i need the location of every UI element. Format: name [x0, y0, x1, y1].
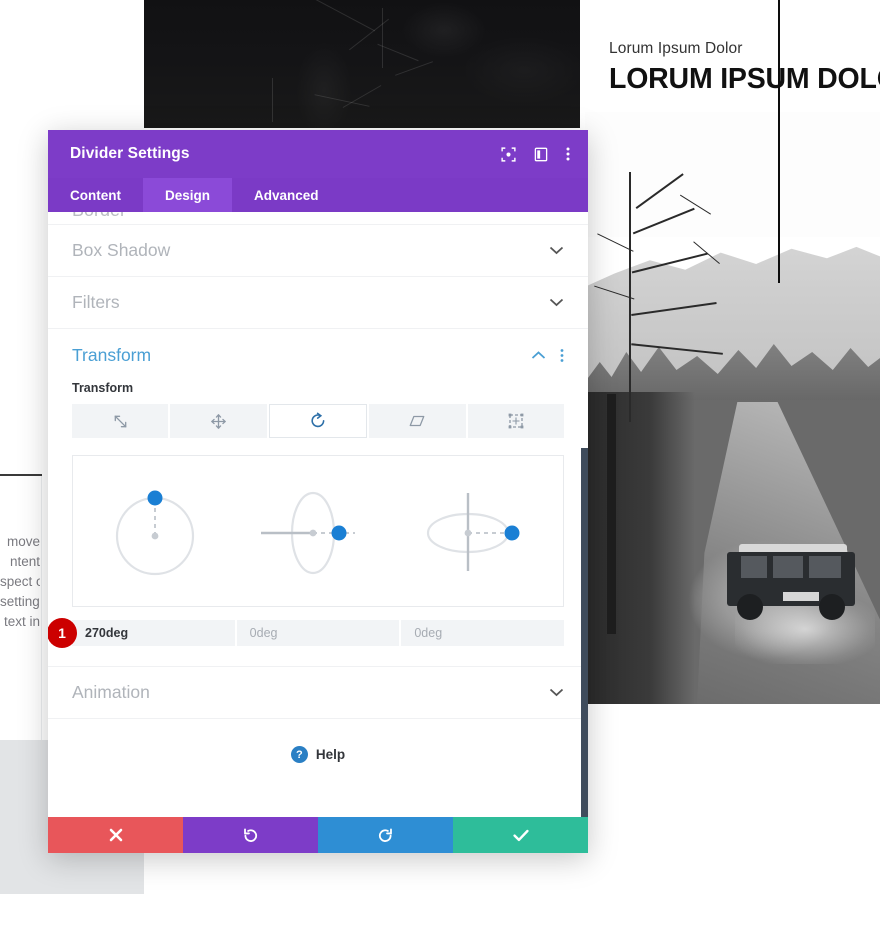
chevron-down-icon[interactable] [549, 298, 564, 307]
scale-icon[interactable] [72, 404, 169, 438]
kebab-menu-icon[interactable] [566, 146, 570, 162]
section-title-transform: Transform [72, 344, 152, 365]
left-panel-text-fragments: move ntent spect of settings text in [0, 532, 40, 632]
tab-content[interactable]: Content [48, 178, 143, 212]
modal-title: Divider Settings [70, 145, 190, 162]
section-box-shadow[interactable]: Box Shadow [48, 224, 588, 276]
rotated-divider-element[interactable] [778, 0, 780, 283]
section-transform: Transform Transform 1 270deg 0deg 0deg [48, 328, 588, 656]
question-mark-icon: ? [290, 746, 308, 763]
rotate-z-control[interactable] [80, 471, 230, 591]
modal-header: Divider Settings [48, 130, 588, 178]
left-fragment-line: spect of [0, 574, 40, 589]
chevron-down-icon[interactable] [549, 246, 564, 255]
dark-forest-photo [144, 0, 580, 128]
rotate-x-control[interactable] [406, 471, 556, 591]
translate-icon[interactable] [170, 404, 267, 438]
jeep-vehicle [727, 530, 855, 622]
section-title-box-shadow: Box Shadow [72, 240, 171, 260]
header-eyebrow: Lorum Ipsum Dolor [609, 40, 743, 57]
section-animation[interactable]: Animation [48, 666, 588, 718]
section-title-animation: Animation [72, 682, 150, 702]
page-title: LORUM IPSUM DOLOR [609, 62, 880, 95]
background-page-header: Lorum Ipsum Dolor LORUM IPSUM DOLOR [609, 38, 880, 97]
layout-panel-icon[interactable] [534, 147, 548, 162]
skew-icon[interactable] [369, 404, 466, 438]
transform-sub-label: Transform [72, 381, 134, 395]
left-fragment-line: ntent [9, 554, 40, 569]
undo-button[interactable] [183, 817, 318, 853]
divider-settings-modal: Divider Settings Content Design Advanced… [48, 130, 588, 853]
left-fragment-line: move [6, 534, 40, 549]
section-filters[interactable]: Filters [48, 276, 588, 328]
section-title-filters: Filters [72, 292, 120, 312]
rotation-value-inputs: 1 270deg 0deg 0deg [48, 618, 565, 648]
save-button[interactable] [453, 817, 588, 853]
rotate-y-control[interactable] [243, 471, 393, 591]
cancel-button[interactable] [48, 817, 183, 853]
left-panel-rule [0, 474, 42, 476]
fullscreen-icon[interactable] [501, 146, 516, 162]
left-fragment-line: settings [0, 594, 40, 609]
transform-mode-segmented-control [72, 404, 565, 438]
rotate-icon[interactable] [268, 404, 368, 438]
tab-advanced[interactable]: Advanced [232, 178, 341, 212]
transform-section-header[interactable]: Transform [72, 329, 564, 381]
origin-icon[interactable] [467, 404, 565, 438]
tab-design[interactable]: Design [143, 178, 233, 212]
cut-section-title: Border [72, 212, 126, 221]
screen-root: Lorum Ipsum Dolor LORUM IPSUM DOLOR [0, 0, 880, 925]
modal-footer [48, 817, 588, 853]
modal-body: Border Box Shadow Filters Transform [48, 212, 588, 817]
rotation-controls-panel [72, 455, 564, 607]
transform-kebab-menu-icon[interactable] [560, 348, 564, 363]
cut-off-border-section[interactable]: Border [48, 212, 588, 224]
modal-scrollbar[interactable] [581, 448, 588, 817]
redo-button[interactable] [318, 817, 453, 853]
rotate-z-input[interactable]: 270deg [72, 620, 235, 646]
rotate-y-input[interactable]: 0deg [236, 620, 400, 646]
left-fragment-line: text in [3, 614, 40, 629]
modal-tabs: Content Design Advanced [48, 178, 588, 212]
bw-landscape-photo [585, 112, 880, 704]
help-button[interactable]: ? Help [48, 718, 588, 790]
step-badge-1: 1 [48, 618, 77, 648]
rotate-x-input[interactable]: 0deg [401, 620, 565, 646]
chevron-down-icon[interactable] [549, 688, 564, 697]
help-label: Help [315, 747, 346, 762]
chevron-up-icon[interactable] [531, 350, 546, 360]
